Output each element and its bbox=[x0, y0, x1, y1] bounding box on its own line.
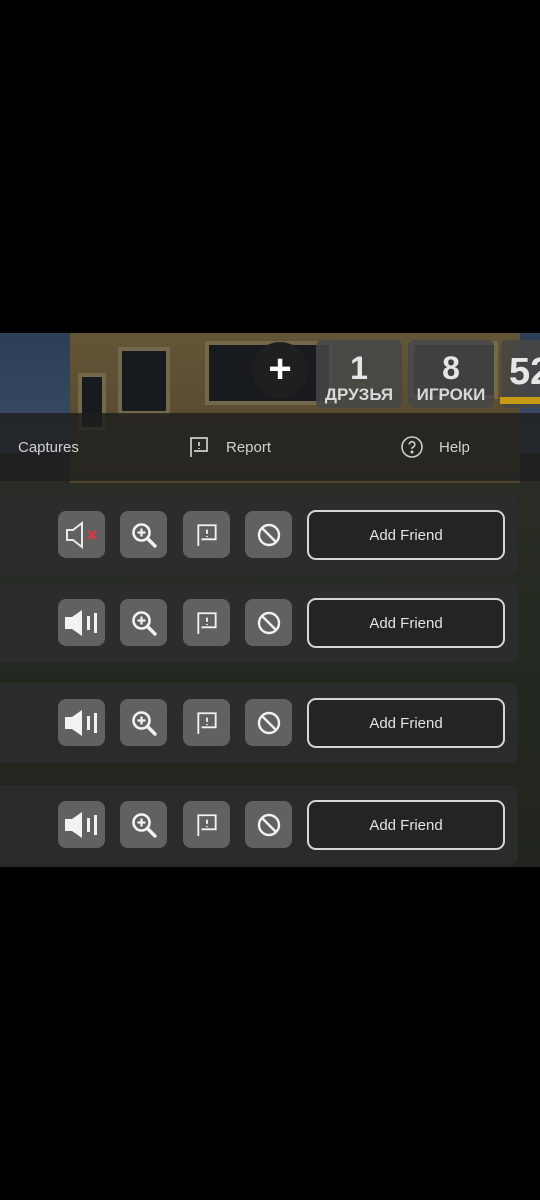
report-player-button[interactable] bbox=[183, 511, 230, 558]
add-friend-button[interactable]: Add Friend bbox=[307, 598, 505, 648]
zoom-in-icon bbox=[130, 709, 158, 737]
inspect-button[interactable] bbox=[120, 511, 167, 558]
counter-accent-bar bbox=[500, 397, 540, 404]
player-row: Add Friend bbox=[0, 583, 518, 663]
inspect-button[interactable] bbox=[120, 599, 167, 646]
report-button[interactable]: Report bbox=[186, 413, 271, 481]
block-button[interactable] bbox=[245, 699, 292, 746]
players-count: 8 bbox=[442, 350, 460, 386]
add-friend-button[interactable]: Add Friend bbox=[307, 510, 505, 560]
report-player-button[interactable] bbox=[183, 599, 230, 646]
report-player-button[interactable] bbox=[183, 699, 230, 746]
block-icon bbox=[256, 522, 282, 548]
captures-label: Captures bbox=[18, 438, 79, 456]
flag-icon bbox=[194, 812, 220, 838]
third-count: 52 bbox=[509, 351, 540, 393]
friends-counter[interactable]: 1 ДРУЗЬЯ bbox=[316, 340, 402, 408]
speaker-icon bbox=[62, 708, 102, 738]
players-label: ИГРОКИ bbox=[416, 385, 486, 404]
inspect-button[interactable] bbox=[120, 699, 167, 746]
menu-bar: Captures Report Help bbox=[0, 413, 540, 481]
player-row: Add Friend bbox=[0, 785, 518, 865]
add-friend-button[interactable]: Add Friend bbox=[307, 698, 505, 748]
help-button[interactable]: Help bbox=[399, 413, 470, 481]
friends-count: 1 bbox=[350, 350, 368, 386]
report-label: Report bbox=[226, 438, 272, 456]
zoom-in-icon bbox=[130, 811, 158, 839]
zoom-in-icon bbox=[130, 609, 158, 637]
player-row: Add Friend bbox=[0, 495, 518, 575]
add-friend-button[interactable]: Add Friend bbox=[307, 800, 505, 850]
flag-icon bbox=[186, 434, 212, 460]
add-button[interactable]: + bbox=[252, 342, 308, 398]
inspect-button[interactable] bbox=[120, 801, 167, 848]
block-button[interactable] bbox=[245, 801, 292, 848]
mute-button[interactable] bbox=[58, 699, 105, 746]
plus-icon: + bbox=[268, 346, 292, 391]
unmute-button[interactable] bbox=[58, 511, 105, 558]
speaker-muted-icon bbox=[63, 520, 101, 550]
block-icon bbox=[256, 812, 282, 838]
block-icon bbox=[256, 610, 282, 636]
friends-label: ДРУЗЬЯ bbox=[324, 385, 394, 404]
game-viewport: + 1 ДРУЗЬЯ 8 ИГРОКИ 52 Captures Report bbox=[0, 333, 540, 867]
flag-icon bbox=[194, 610, 220, 636]
report-player-button[interactable] bbox=[183, 801, 230, 848]
block-icon bbox=[256, 710, 282, 736]
speaker-icon bbox=[62, 608, 102, 638]
block-button[interactable] bbox=[245, 511, 292, 558]
players-counter[interactable]: 8 ИГРОКИ bbox=[408, 340, 494, 408]
help-label: Help bbox=[439, 438, 470, 456]
mute-button[interactable] bbox=[58, 599, 105, 646]
zoom-in-icon bbox=[130, 521, 158, 549]
captures-button[interactable]: Captures bbox=[18, 413, 79, 481]
flag-icon bbox=[194, 710, 220, 736]
help-icon bbox=[399, 434, 425, 460]
flag-icon bbox=[194, 522, 220, 548]
block-button[interactable] bbox=[245, 599, 292, 646]
speaker-icon bbox=[62, 810, 102, 840]
player-row: Add Friend bbox=[0, 683, 518, 763]
mute-button[interactable] bbox=[58, 801, 105, 848]
